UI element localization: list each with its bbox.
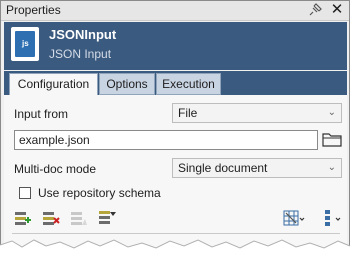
chevron-down-icon: ⌄ (327, 162, 336, 173)
tab-bar: Configuration Options Execution (4, 71, 347, 95)
multidoc-label: Multi-doc mode (14, 162, 97, 176)
clear-rows-icon[interactable] (70, 209, 88, 227)
chevron-down-icon: ⌄ (327, 107, 336, 118)
folder-icon[interactable] (322, 131, 342, 147)
input-from-label: Input from (14, 107, 69, 121)
file-path-input[interactable]: example.json (14, 130, 318, 150)
repo-schema-checkbox[interactable] (19, 187, 31, 199)
configuration-panel: Input from File ⌄ example.json Multi-doc… (4, 95, 347, 249)
toolbar-divider (12, 233, 340, 234)
tab-configuration[interactable]: Configuration (9, 73, 98, 95)
pin-icon[interactable] (308, 3, 322, 17)
input-from-select[interactable]: File ⌄ (172, 103, 342, 123)
properties-window: Properties ✕ js JSONInput JSON Input Con… (0, 0, 350, 250)
filter-rows-icon[interactable] (98, 209, 116, 227)
title-bar: Properties ✕ (1, 1, 349, 21)
column-settings-icon[interactable] (322, 209, 344, 227)
close-icon[interactable]: ✕ (329, 2, 345, 18)
window-title: Properties (6, 3, 61, 17)
input-from-value: File (178, 106, 198, 120)
delete-row-icon[interactable] (42, 209, 60, 227)
tab-options[interactable]: Options (99, 73, 155, 95)
multidoc-value: Single document (178, 161, 268, 175)
torn-edge (0, 239, 363, 263)
tab-execution[interactable]: Execution (156, 73, 221, 95)
multidoc-select[interactable]: Single document ⌄ (172, 158, 342, 178)
json-input-icon: js (11, 27, 39, 61)
node-header: js JSONInput JSON Input (4, 22, 347, 70)
node-name: JSONInput (49, 27, 117, 42)
node-type: JSON Input (49, 47, 112, 61)
repo-schema-label: Use repository schema (38, 186, 161, 200)
file-path-value: example.json (19, 133, 90, 147)
grid-view-icon[interactable] (283, 209, 305, 227)
add-row-icon[interactable] (14, 209, 32, 227)
